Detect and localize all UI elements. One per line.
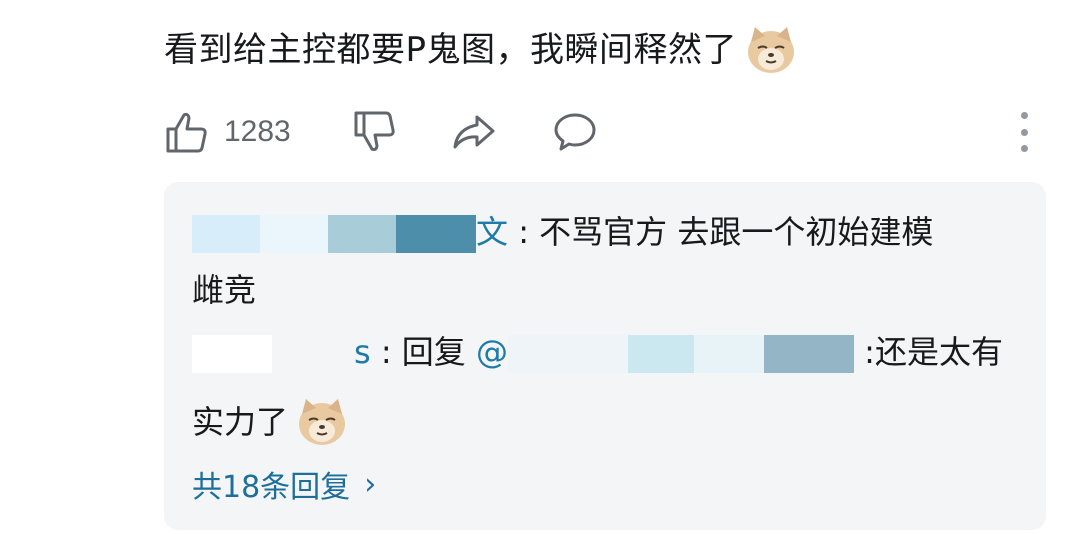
reply-username[interactable]: s bbox=[192, 333, 381, 373]
comment-text: 看到给主控都要P鬼图，我瞬间释然了 bbox=[164, 30, 738, 70]
reply-text-continued: 雌竞 bbox=[192, 271, 257, 309]
dislike-button[interactable] bbox=[352, 106, 398, 158]
shiba-dog-emoji-icon bbox=[299, 399, 346, 445]
view-all-replies-link[interactable]: 共18条回复 › bbox=[192, 462, 376, 506]
reply-button[interactable] bbox=[552, 106, 598, 158]
more-replies-label: 共18条回复 bbox=[192, 470, 351, 505]
comment-card: 看到给主控都要P鬼图，我瞬间释然了 1283 文: 不骂官方 去跟一个初始建模… bbox=[0, 0, 1080, 534]
reply-text: : 不骂官方 去跟一个初始建模 bbox=[518, 213, 934, 251]
thumbs-down-icon bbox=[354, 111, 395, 152]
reply-text-continued: 实力了 bbox=[192, 392, 348, 452]
reply-mention[interactable]: @ bbox=[476, 333, 864, 373]
reply-text-2: :还是太有 bbox=[864, 333, 1003, 371]
shiba-dog-emoji-icon bbox=[748, 27, 795, 73]
reply-username[interactable]: 文 bbox=[192, 213, 518, 253]
comment-content: 看到给主控都要P鬼图，我瞬间释然了 bbox=[164, 22, 797, 78]
like-button[interactable]: 1283 bbox=[164, 106, 291, 158]
comment-bubble-icon bbox=[554, 113, 596, 151]
more-options-button[interactable] bbox=[1014, 112, 1034, 152]
reply-text: : 回复 bbox=[380, 333, 476, 371]
reply-item: 文 : 不骂官方 去跟一个初始建模 bbox=[192, 202, 933, 262]
chevron-right-icon: › bbox=[364, 466, 377, 502]
replies-preview[interactable]: 文 : 不骂官方 去跟一个初始建模 雌竞 s : 回复 @ :还是太有 实力了 bbox=[164, 182, 1046, 530]
thumbs-up-icon bbox=[166, 112, 207, 153]
comment-actions: 1283 bbox=[164, 106, 1044, 158]
share-button[interactable] bbox=[450, 106, 498, 158]
like-count: 1283 bbox=[224, 115, 291, 148]
share-arrow-icon bbox=[453, 115, 495, 149]
reply-item: s : 回复 @ :还是太有 bbox=[192, 322, 1003, 382]
